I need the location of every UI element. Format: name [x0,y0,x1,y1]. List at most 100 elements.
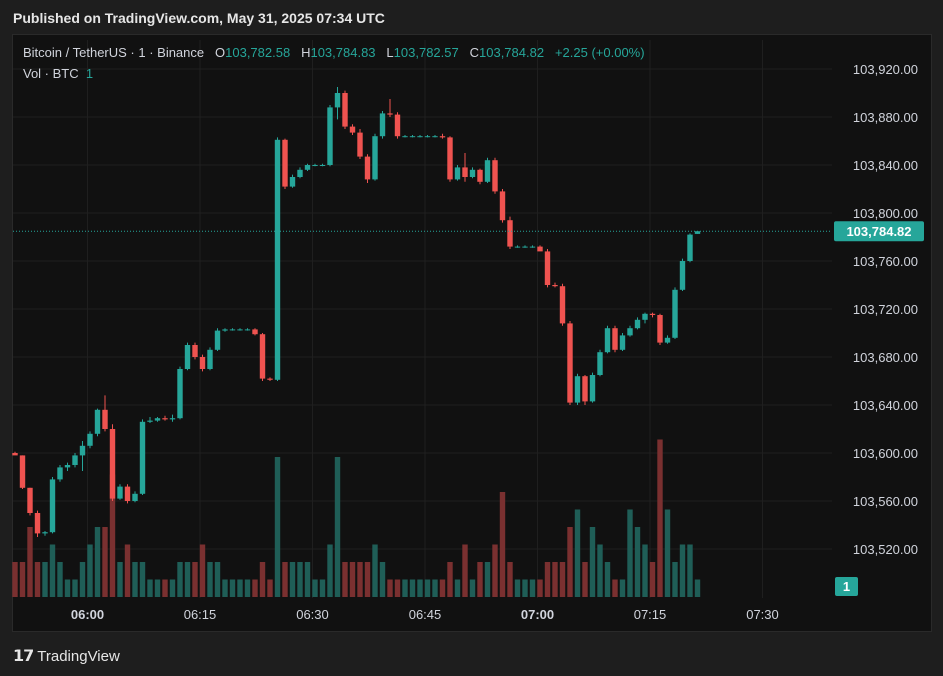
volume-bar [649,562,656,597]
volume-bar [49,544,56,597]
candle-body [484,160,491,182]
volume-bar [627,509,633,597]
volume-value: 1 [85,66,94,81]
volume-bar [207,562,213,597]
candle-body [282,139,288,187]
candle-body [529,246,536,248]
volume-bar [574,509,581,597]
candle-body [574,376,581,403]
volume-bar [312,579,318,597]
candle-body [499,191,506,221]
candle-body [177,369,183,419]
symbol-legend: Bitcoin / TetherUS · 1 · Binance O103,78… [23,45,645,60]
candle-body [64,465,71,468]
candle-body [192,345,198,357]
volume-bar [379,562,386,597]
volume-bar [409,579,416,597]
candle-body [394,114,401,137]
time-tick-label: 06:00 [71,607,104,622]
candle-body [642,313,648,320]
candle-body [582,376,588,402]
volume-bar [604,562,611,597]
candle-body [349,126,356,133]
candle-body [409,136,416,138]
candle-body [604,328,611,353]
volume-bar [19,562,26,597]
candle-body [49,479,56,533]
volume-bar [102,527,108,597]
volume-bar [297,562,303,597]
volume-bar [214,562,221,597]
candle-body [229,329,236,331]
candle-body [522,246,528,248]
candle-body [312,165,318,166]
candle-body [387,113,393,115]
volume-bar [597,544,603,597]
candle-body [679,261,686,290]
volume-bar [664,509,671,597]
price-tick-label: 103,800.00 [853,206,918,221]
candle-body [162,418,168,420]
volume-bar [319,579,326,597]
volume-bar [499,492,506,597]
volume-bar [537,579,543,597]
price-tick-label: 103,720.00 [853,302,918,317]
volume-bar [634,527,641,597]
volume-bar [34,562,41,597]
volume-bar [679,544,686,597]
price-tick-label: 103,640.00 [853,398,918,413]
volume-bar [87,544,93,597]
last-price-line: 103,784.82 1 [13,221,924,596]
volume-bar [177,562,183,597]
candle-body [34,513,41,534]
volume-bar [42,562,48,597]
volume-legend: Vol · BTC 1 [23,66,93,81]
candle-body [139,421,146,494]
symbol-title: Bitcoin / TetherUS · 1 · Binance [23,45,205,60]
volume-bar [94,527,101,597]
candle-body [687,234,693,261]
volume-label: Vol · BTC [23,66,79,81]
volume-bar [64,579,71,597]
candle-body [102,409,108,429]
volume-tag-label: 1 [843,579,850,594]
time-tick-label: 07:15 [634,607,667,622]
brand-footer[interactable]: 𝟭𝟳 TradingView [13,646,120,666]
candle-body [627,328,633,336]
candle-body [417,136,423,138]
volume-bar [469,579,476,597]
volume-bar [694,579,701,597]
volume-bar [612,579,618,597]
volume-bar [387,579,393,597]
volume-bar [687,544,693,597]
time-tick-label: 07:30 [746,607,779,622]
volume-bar [349,562,356,597]
time-tick-label: 07:00 [521,607,554,622]
price-tick-label: 103,520.00 [853,542,918,557]
volume-bar [139,562,146,597]
candle-body [214,330,221,350]
candle-body [454,167,461,180]
candle-body [492,160,498,192]
volume-bar [274,457,281,597]
candle-body [259,334,266,379]
price-tick-label: 103,920.00 [853,62,918,77]
volume-bar [282,562,288,597]
candle-body [589,375,596,402]
volume-bar [559,562,566,597]
candlestick-chart[interactable]: 103,784.82 1 103,920.00 103,880.00 103,840.… [0,0,943,676]
volume-bar [12,562,18,597]
candle-body [109,429,116,499]
time-tick-label: 06:15 [184,607,217,622]
candle-body [372,136,378,180]
candle-body [27,487,33,513]
candle-body [544,251,551,285]
candle-body [537,246,543,252]
volume-bar [252,579,258,597]
candle-body [469,169,476,177]
candle-body [147,420,153,422]
volume-bar [447,562,453,597]
volume-bar [432,579,438,597]
volume-bar [124,544,131,597]
volume-bar [169,579,176,597]
